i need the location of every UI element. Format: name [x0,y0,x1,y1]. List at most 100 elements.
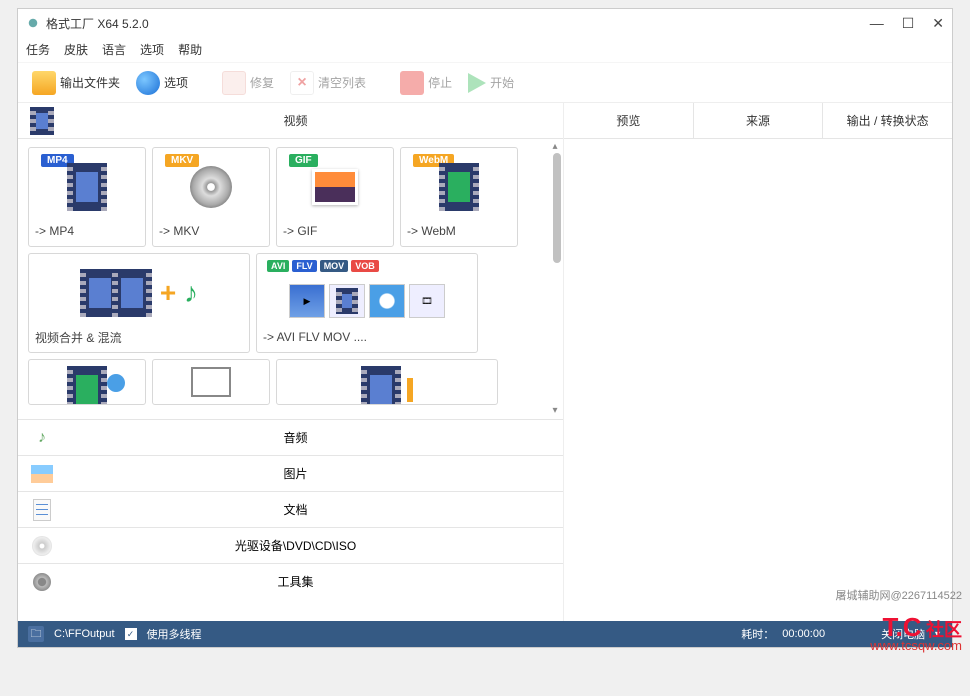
video-scroll: ▴ ▾ MP4 -> MP4 MKV [18,139,563,419]
menu-language[interactable]: 语言 [102,41,126,58]
menu-help[interactable]: 帮助 [178,41,202,58]
col-preview[interactable]: 预览 [564,103,694,138]
repair-label: 修复 [250,74,274,91]
tile-partial-2[interactable] [152,359,270,405]
elapsed-value: 00:00:00 [782,628,825,640]
multithread-label: 使用多线程 [147,626,202,642]
menu-options[interactable]: 选项 [140,41,164,58]
delete-icon [290,71,314,95]
tile-partial-4[interactable] [28,411,76,419]
folder-status-icon[interactable]: 🗀 [28,626,44,642]
merge-label: 视频合并 & 混流 [35,325,243,346]
repair-icon [222,71,246,95]
content-area: 视频 ▴ ▾ MP4 -> MP4 [18,103,952,621]
mkv-label: -> MKV [159,220,263,238]
tile-mkv[interactable]: MKV -> MKV [152,147,270,247]
category-audio[interactable]: ♪ 音频 [18,419,563,455]
minimize-button[interactable]: — [870,15,884,32]
multithread-checkbox[interactable]: ✓ [125,628,137,640]
disc-drive-icon [28,532,56,560]
shutdown-label: 关闭电脑 [881,626,925,642]
category-picture[interactable]: 图片 [18,455,563,491]
category-tools[interactable]: 工具集 [18,563,563,599]
menubar: 任务 皮肤 语言 选项 帮助 [18,37,952,63]
output-folder-button[interactable]: 输出文件夹 [26,69,126,97]
menu-task[interactable]: 任务 [26,41,50,58]
rom-title: 光驱设备\DVD\CD\ISO [66,537,563,554]
elapsed-label: 耗时： [741,626,774,642]
col-output-status[interactable]: 输出 / 转换状态 [823,103,952,138]
multi-badges: AVI FLV MOV VOB [267,260,379,272]
multi-label: -> AVI FLV MOV .... [263,326,471,344]
tile-partial-1[interactable] [28,359,146,405]
picture-icon [28,460,56,488]
tile-multi-format[interactable]: AVI FLV MOV VOB ▶ 🎞 [256,253,478,353]
category-video-header[interactable]: 视频 [18,103,563,139]
video-grid-area: ▴ ▾ MP4 -> MP4 MKV [18,139,563,621]
avi-badge: AVI [267,260,289,272]
gear-icon [28,568,56,596]
disc-icon [190,166,232,208]
stop-button[interactable]: 停止 [394,69,458,97]
start-button[interactable]: 开始 [462,71,520,95]
left-panel: 视频 ▴ ▾ MP4 -> MP4 [18,103,564,621]
mov-badge: MOV [320,260,349,272]
scroll-up-icon[interactable]: ▴ [549,141,561,153]
statusbar: 🗀 C:\FFOutput ✓ 使用多线程 耗时： 00:00:00 关闭电脑 … [18,621,952,647]
maximize-button[interactable]: ☐ [902,15,915,32]
clear-list-label: 清空列表 [318,74,366,91]
flv-thumb [329,284,365,318]
start-label: 开始 [490,74,514,91]
window-title: 格式工厂 X64 5.2.0 [46,15,149,32]
stop-label: 停止 [428,74,452,91]
flv-badge: FLV [292,260,316,272]
options-button[interactable]: 选项 [130,69,194,97]
photo-icon [312,169,358,205]
mov-thumb [369,284,405,318]
menu-skin[interactable]: 皮肤 [64,41,88,58]
col-source[interactable]: 来源 [694,103,824,138]
options-label: 选项 [164,74,188,91]
tile-merge[interactable]: + ♪ 视频合并 & 混流 [28,253,250,353]
tile-partial-3[interactable] [276,359,498,405]
vob-thumb: 🎞 [409,284,445,318]
close-button[interactable]: ✕ [932,15,944,32]
document-icon [28,496,56,524]
shutdown-dropdown-icon[interactable]: ▼ [933,629,942,639]
gif-badge: GIF [289,154,318,167]
tile-mp4[interactable]: MP4 -> MP4 [28,147,146,247]
right-panel-header: 预览 来源 输出 / 转换状态 [564,103,952,139]
document-title: 文档 [66,501,563,518]
toolbar: 输出文件夹 选项 修复 清空列表 停止 开始 [18,63,952,103]
output-path[interactable]: C:\FFOutput [54,628,115,640]
plus-icon: + [160,277,176,309]
clear-list-button[interactable]: 清空列表 [284,69,372,97]
tile-webm[interactable]: WebM -> WebM [400,147,518,247]
category-rom[interactable]: 光驱设备\DVD\CD\ISO [18,527,563,563]
output-folder-label: 输出文件夹 [60,74,120,91]
app-window: 格式工厂 X64 5.2.0 — ☐ ✕ 任务 皮肤 语言 选项 帮助 输出文件… [17,8,953,648]
window-controls: — ☐ ✕ [870,15,944,32]
titlebar: 格式工厂 X64 5.2.0 — ☐ ✕ [18,9,952,37]
music-note-icon: ♪ [184,277,198,309]
audio-icon: ♪ [28,424,56,452]
video-icon [28,107,56,135]
gif-label: -> GIF [283,220,387,238]
mp4-label: -> MP4 [35,220,139,238]
play-icon [468,73,486,93]
tools-title: 工具集 [66,573,563,590]
task-list-empty [564,139,952,621]
stop-icon [400,71,424,95]
scroll-down-icon[interactable]: ▾ [549,405,561,417]
video-tiles: MP4 -> MP4 MKV -> MKV [18,139,563,419]
folder-icon [32,71,56,95]
avi-thumb: ▶ [289,284,325,318]
category-document[interactable]: 文档 [18,491,563,527]
tile-gif[interactable]: GIF -> GIF [276,147,394,247]
category-video-title: 视频 [66,112,563,129]
picture-title: 图片 [66,465,563,482]
repair-button[interactable]: 修复 [216,69,280,97]
right-panel: 预览 来源 输出 / 转换状态 [564,103,952,621]
scrollbar-thumb[interactable] [553,153,561,263]
webm-label: -> WebM [407,220,511,238]
